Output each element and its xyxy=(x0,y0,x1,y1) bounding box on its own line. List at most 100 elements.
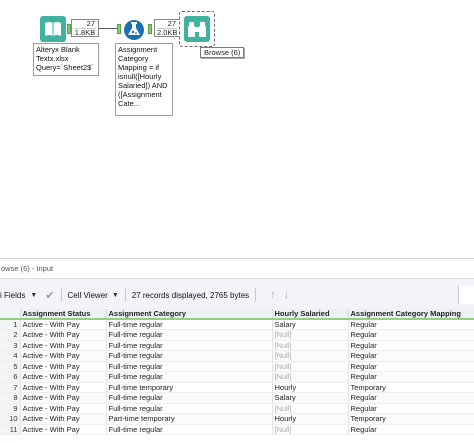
arrow-down-icon[interactable]: ↓ xyxy=(284,289,290,301)
row-number: 6 xyxy=(0,371,21,383)
toolbar-divider xyxy=(255,288,257,302)
table-row[interactable]: 8 Active - With Pay Full-time regular Salar… xyxy=(0,392,474,404)
table-cell[interactable]: Salary xyxy=(272,319,349,330)
table-cell[interactable]: Regular xyxy=(348,403,474,414)
row-number: 8 xyxy=(0,392,21,404)
table-cell[interactable]: Hourly xyxy=(272,382,349,393)
table-cell[interactable]: Active - With Pay xyxy=(20,350,107,362)
table-cell[interactable]: Hourly xyxy=(272,413,349,425)
table-cell[interactable]: Full-time temporary xyxy=(106,382,273,393)
table-cell[interactable]: Full-time regular xyxy=(106,340,273,351)
record-count-badge: 27 1.8KB xyxy=(71,19,99,37)
output-anchor[interactable] xyxy=(148,24,152,34)
table-row[interactable]: 2 Active - With Pay Full-time regular [Null… xyxy=(0,329,474,341)
table-cell[interactable]: Active - With Pay xyxy=(20,424,107,435)
table-row[interactable]: 7 Active - With Pay Full-time temporary Hou… xyxy=(0,382,474,393)
search-box[interactable] xyxy=(458,286,474,304)
table-cell[interactable]: Part-time temporary xyxy=(106,413,273,425)
table-cell[interactable]: Full-time regular xyxy=(106,392,273,404)
table-row[interactable]: 11 Active - With Pay Full-time regular [Nul… xyxy=(0,424,474,435)
table-cell[interactable]: [Null] xyxy=(272,371,349,383)
table-cell[interactable]: Active - With Pay xyxy=(20,319,107,330)
table-cell[interactable]: [Null] xyxy=(272,329,349,341)
toolbar-divider xyxy=(124,288,126,302)
table-cell[interactable]: Full-time regular xyxy=(106,424,273,435)
table-cell[interactable]: Active - With Pay xyxy=(20,361,107,372)
row-number-header[interactable] xyxy=(0,309,21,320)
row-number: 7 xyxy=(0,382,21,393)
table-cell[interactable]: Regular xyxy=(348,361,474,372)
column-header[interactable]: Hourly Salaried xyxy=(272,309,349,320)
table-cell[interactable]: [Null] xyxy=(272,403,349,414)
chevron-down-icon[interactable]: ▼ xyxy=(112,292,119,299)
table-cell[interactable]: Temporary xyxy=(348,382,474,393)
table-cell[interactable]: Regular xyxy=(348,329,474,341)
table-row[interactable]: 9 Active - With Pay Full-time regular [Null… xyxy=(0,403,474,414)
table-row[interactable]: 1 Active - With Pay Full-time regular Salar… xyxy=(0,319,474,330)
table-cell[interactable]: Active - With Pay xyxy=(20,329,107,341)
table-cell[interactable]: Active - With Pay xyxy=(20,382,107,393)
table-row[interactable]: 10 Active - With Pay Part-time temporary Ho… xyxy=(0,413,474,425)
binoculars-icon xyxy=(188,22,206,37)
table-cell[interactable]: Full-time regular xyxy=(106,361,273,372)
row-number: 1 xyxy=(0,319,21,330)
table-cell[interactable]: Active - With Pay xyxy=(20,413,107,425)
table-row[interactable]: 5 Active - With Pay Full-time regular [Null… xyxy=(0,361,474,372)
table-cell[interactable]: [Null] xyxy=(272,361,349,372)
input-data-tool[interactable] xyxy=(40,16,66,42)
book-icon xyxy=(45,22,61,36)
table-row[interactable]: 3 Active - With Pay Full-time regular [Null… xyxy=(0,340,474,351)
flask-icon xyxy=(124,20,144,40)
table-cell[interactable]: Active - With Pay xyxy=(20,392,107,404)
cell-viewer-menu[interactable]: Cell Viewer xyxy=(68,291,108,300)
column-header[interactable]: Assignment Category xyxy=(106,309,273,320)
row-number: 5 xyxy=(0,361,21,372)
table-row[interactable]: 6 Active - With Pay Full-time regular [Null… xyxy=(0,371,474,383)
formula-tool-annotation: Assignment Category Mapping = if isnull(… xyxy=(115,43,173,116)
chevron-down-icon[interactable]: ▼ xyxy=(30,292,37,299)
table-cell[interactable]: Full-time regular xyxy=(106,403,273,414)
table-cell[interactable]: Regular xyxy=(348,319,474,330)
table-cell[interactable]: Active - With Pay xyxy=(20,340,107,351)
connection-line[interactable] xyxy=(99,28,119,29)
table-cell[interactable]: [Null] xyxy=(272,424,349,435)
results-title: owse (6) - Input xyxy=(0,259,474,279)
row-number: 3 xyxy=(0,340,21,351)
table-cell[interactable]: Regular xyxy=(348,392,474,404)
table-cell[interactable]: Full-time regular xyxy=(106,319,273,330)
fields-menu[interactable]: i Fields xyxy=(0,291,25,300)
table-row[interactable]: 4 Active - With Pay Full-time regular [Null… xyxy=(0,350,474,362)
record-count-badge: 27 2.0KB xyxy=(154,19,180,37)
table-cell[interactable]: Temporary xyxy=(348,413,474,425)
column-header[interactable]: Assignment Category Mapping xyxy=(348,309,474,320)
formula-tool[interactable] xyxy=(121,16,147,42)
column-header[interactable]: Assignment Status xyxy=(20,309,107,320)
data-size: 2.0KB xyxy=(157,28,178,37)
row-number: 9 xyxy=(0,403,21,414)
checkmark-icon[interactable]: ✔ xyxy=(45,289,54,302)
records-status: 27 records displayed, 2765 bytes xyxy=(131,290,250,300)
row-number: 11 xyxy=(0,424,21,435)
table-cell[interactable]: Regular xyxy=(348,340,474,351)
input-tool-annotation: Alteryx Blank Textx.xlsx Query=`Sheet2$` xyxy=(33,43,99,76)
table-cell[interactable]: Salary xyxy=(272,392,349,404)
table-cell[interactable]: Full-time regular xyxy=(106,329,273,341)
results-window: owse (6) - Input i Fields ▼ ✔ Cell Viewe… xyxy=(0,258,474,443)
workflow-canvas[interactable]: 27 1.8KB 27 2.0KB Alteryx Blank Textx.xl… xyxy=(0,0,474,256)
table-cell[interactable]: [Null] xyxy=(272,350,349,362)
table-cell[interactable]: Regular xyxy=(348,350,474,362)
browse-tool-label: Browse (6) xyxy=(200,47,245,58)
table-cell[interactable]: Full-time regular xyxy=(106,371,273,383)
arrow-up-icon[interactable]: ↑ xyxy=(270,289,276,301)
row-number: 4 xyxy=(0,350,21,362)
table-cell[interactable]: Regular xyxy=(348,424,474,435)
table-cell[interactable]: Full-time regular xyxy=(106,350,273,362)
results-grid[interactable]: Assignment Status Assignment Category Hour… xyxy=(0,309,474,443)
header-row: Assignment Status Assignment Category Hour… xyxy=(0,309,474,320)
toolbar-divider xyxy=(60,288,62,302)
table-cell[interactable]: Active - With Pay xyxy=(20,403,107,414)
table-cell[interactable]: Regular xyxy=(348,371,474,383)
table-cell[interactable]: Active - With Pay xyxy=(20,371,107,383)
browse-tool[interactable] xyxy=(179,11,215,47)
table-cell[interactable]: [Null] xyxy=(272,340,349,351)
